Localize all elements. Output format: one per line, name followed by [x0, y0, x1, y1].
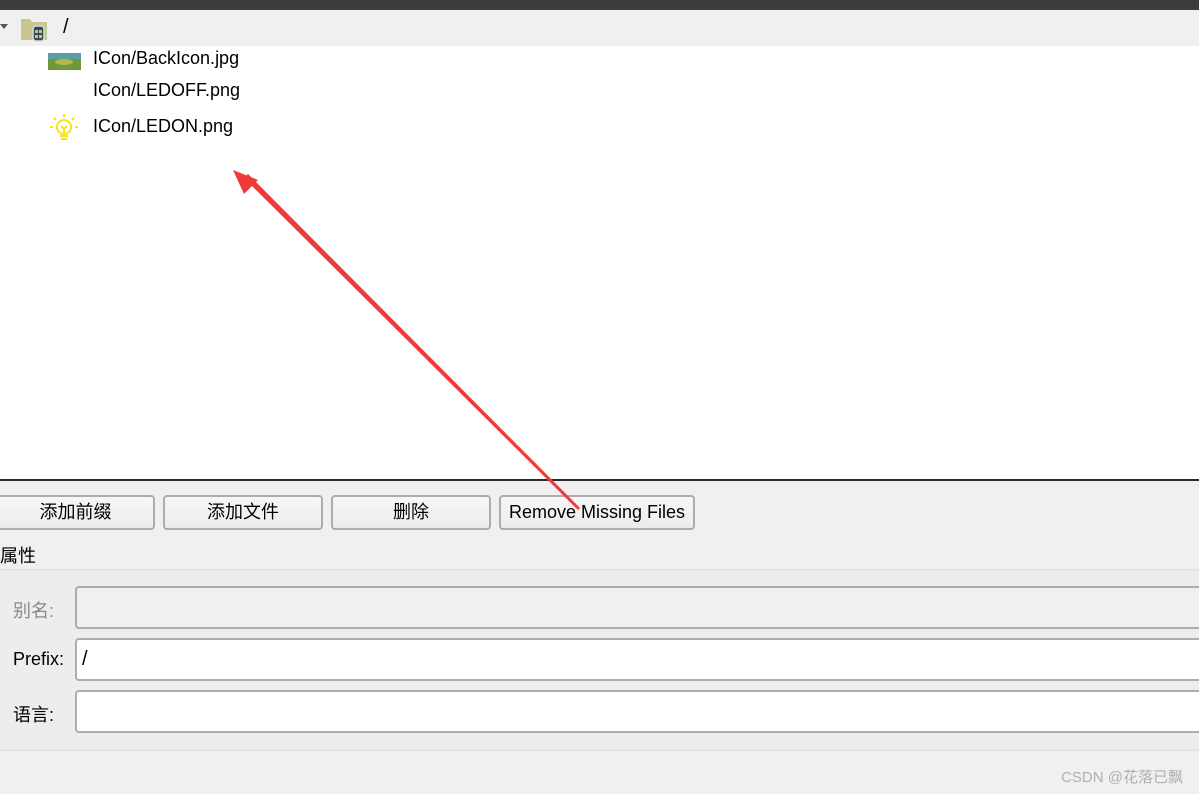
- remove-missing-files-button[interactable]: Remove Missing Files: [499, 495, 695, 530]
- tree-item-label: ICon/BackIcon.jpg: [93, 48, 240, 68]
- tree-root-row[interactable]: /: [0, 10, 1199, 46]
- properties-title: 属性: [0, 546, 36, 566]
- add-files-button[interactable]: 添加文件: [163, 495, 323, 530]
- properties-group: 别名: Prefix: / 语言:: [0, 569, 1199, 751]
- tree-item-backicon[interactable]: ICon/BackIcon.jpg: [48, 44, 448, 76]
- tree-item-label: ICon/LEDOFF.png: [93, 80, 241, 100]
- prefix-label: Prefix:: [13, 649, 65, 669]
- landscape-image-icon: [48, 53, 81, 70]
- tree-item-label: ICon/LEDON.png: [93, 116, 234, 136]
- resource-folder-icon: [21, 19, 47, 42]
- tree-item-ledoff[interactable]: ICon/LEDOFF.png: [48, 76, 448, 108]
- tree-item-ledon[interactable]: ICon/LEDON.png: [48, 112, 448, 144]
- alias-field[interactable]: [75, 586, 1199, 629]
- add-prefix-button[interactable]: 添加前缀: [0, 495, 155, 530]
- resource-tree[interactable]: / ICon/BackIcon.jpg ICon/LEDOFF.png ICon…: [0, 10, 1199, 481]
- language-label: 语言:: [13, 705, 55, 725]
- prefix-field[interactable]: /: [75, 638, 1199, 681]
- remove-button[interactable]: 删除: [331, 495, 491, 530]
- expand-arrow-icon[interactable]: [0, 24, 8, 29]
- tree-root-label: /: [63, 16, 69, 38]
- lightbulb-icon: [50, 114, 78, 140]
- blank-image-icon: [48, 80, 81, 104]
- title-bar: [0, 0, 1199, 10]
- watermark: CSDN @花落已飘: [1061, 769, 1183, 786]
- alias-label: 别名:: [13, 601, 55, 621]
- language-field[interactable]: [75, 690, 1199, 733]
